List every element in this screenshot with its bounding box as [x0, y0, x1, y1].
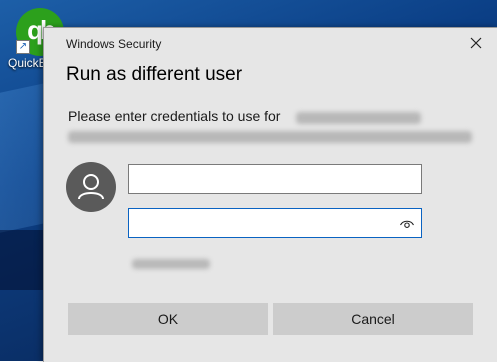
username-input[interactable]	[129, 165, 421, 193]
user-icon	[78, 174, 104, 200]
windows-security-dialog: Windows Security Run as different user P…	[43, 27, 497, 362]
password-field[interactable]	[128, 208, 422, 238]
shortcut-arrow-icon: ↗	[16, 40, 30, 54]
dialog-titlebar[interactable]: Windows Security	[44, 28, 497, 58]
dialog-title: Windows Security	[66, 37, 162, 51]
reveal-password-eye-icon[interactable]	[399, 216, 415, 232]
ok-button[interactable]: OK	[68, 303, 268, 335]
user-avatar	[66, 162, 116, 212]
username-field[interactable]	[128, 164, 422, 194]
password-input[interactable]	[129, 209, 421, 237]
close-button[interactable]	[468, 35, 484, 51]
dialog-heading: Run as different user	[66, 64, 243, 85]
credentials-prompt: Please enter credentials to use for	[68, 108, 281, 124]
close-icon	[470, 37, 482, 49]
redacted-domain-text	[132, 259, 210, 269]
redacted-program-path	[296, 112, 421, 124]
desktop-shortcut-label: QuickB	[8, 56, 47, 70]
redacted-program-path-continued	[68, 131, 472, 143]
cancel-button[interactable]: Cancel	[273, 303, 473, 335]
